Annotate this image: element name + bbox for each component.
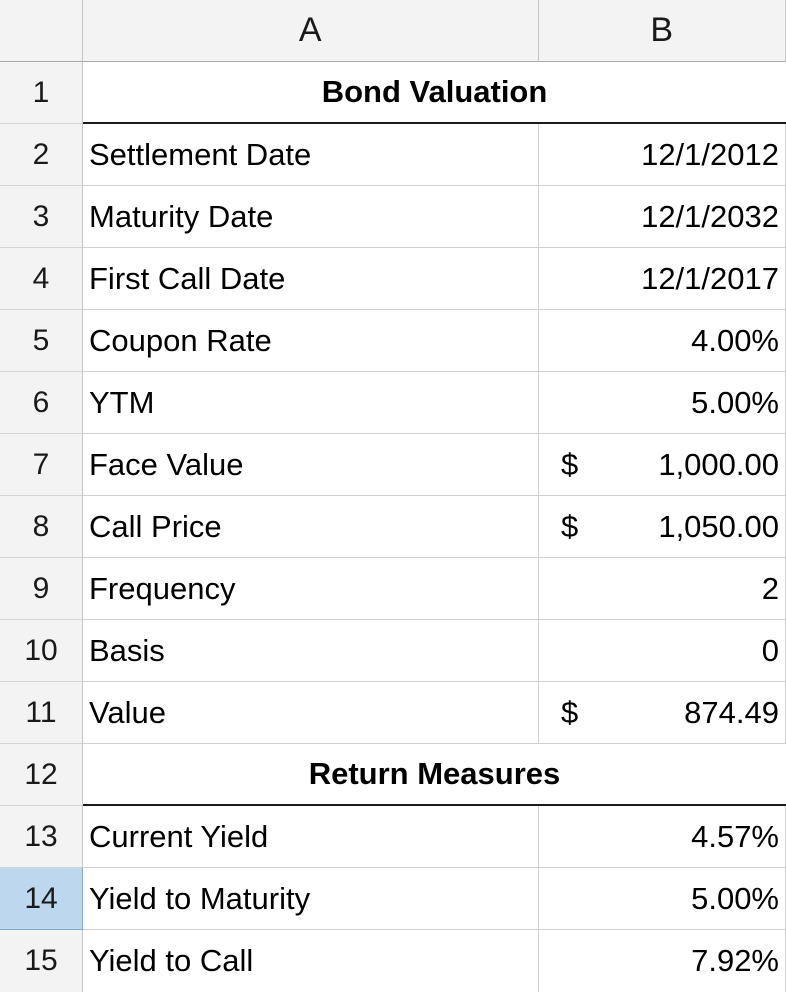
row-header-6[interactable]: 6 xyxy=(0,372,83,434)
cell-a9[interactable]: Frequency xyxy=(83,558,539,620)
row-header-15[interactable]: 15 xyxy=(0,930,83,992)
cell-a5[interactable]: Coupon Rate xyxy=(83,310,539,372)
sheet-rows: 1 Bond Valuation 2 Settlement Date 12/1/2012… xyxy=(0,62,786,992)
sheet-row: 13 Current Yield 4.57% xyxy=(0,806,786,868)
sheet-row: 6 YTM 5.00% xyxy=(0,372,786,434)
cell-b9[interactable]: 2 xyxy=(539,558,786,620)
cell-b2[interactable]: 12/1/2012 xyxy=(539,124,786,186)
row-header-2[interactable]: 2 xyxy=(0,124,83,186)
row-header-14[interactable]: 14 xyxy=(0,868,83,930)
cell-a4[interactable]: First Call Date xyxy=(83,248,539,310)
sheet-row: 10 Basis 0 xyxy=(0,620,786,682)
cell-b11[interactable]: $874.49 xyxy=(539,682,786,744)
cell-a11[interactable]: Value xyxy=(83,682,539,744)
spreadsheet-grid: A B 1 Bond Valuation 2 Settlement Date 12/1/… xyxy=(0,0,786,1000)
section-title-cell[interactable]: Return Measures xyxy=(83,744,786,806)
row-header-13[interactable]: 13 xyxy=(0,806,83,868)
row-header-10[interactable]: 10 xyxy=(0,620,83,682)
cell-a7[interactable]: Face Value xyxy=(83,434,539,496)
sheet-row: 4 First Call Date 12/1/2017 xyxy=(0,248,786,310)
sheet-row: 7 Face Value $1,000.00 xyxy=(0,434,786,496)
cell-b4[interactable]: 12/1/2017 xyxy=(539,248,786,310)
row-header-12[interactable]: 12 xyxy=(0,744,83,806)
currency-amount: 874.49 xyxy=(684,694,779,730)
cell-b10[interactable]: 0 xyxy=(539,620,786,682)
sheet-row: 12 Return Measures xyxy=(0,744,786,806)
row-header-11[interactable]: 11 xyxy=(0,682,83,744)
cell-a14[interactable]: Yield to Maturity xyxy=(83,868,539,930)
sheet-row: 1 Bond Valuation xyxy=(0,62,786,124)
row-header-7[interactable]: 7 xyxy=(0,434,83,496)
cell-b13[interactable]: 4.57% xyxy=(539,806,786,868)
cell-b3[interactable]: 12/1/2032 xyxy=(539,186,786,248)
row-header-8[interactable]: 8 xyxy=(0,496,83,558)
cell-a10[interactable]: Basis xyxy=(83,620,539,682)
row-header-5[interactable]: 5 xyxy=(0,310,83,372)
currency-symbol: $ xyxy=(561,508,579,544)
cell-a6[interactable]: YTM xyxy=(83,372,539,434)
sheet-row: 5 Coupon Rate 4.00% xyxy=(0,310,786,372)
column-header-b[interactable]: B xyxy=(539,0,786,62)
currency-symbol: $ xyxy=(561,694,579,730)
select-all-corner[interactable] xyxy=(0,0,83,62)
cell-b6[interactable]: 5.00% xyxy=(539,372,786,434)
sheet-row: 8 Call Price $1,050.00 xyxy=(0,496,786,558)
section-title-cell[interactable]: Bond Valuation xyxy=(83,62,786,124)
cell-a3[interactable]: Maturity Date xyxy=(83,186,539,248)
column-header-row: A B xyxy=(0,0,786,62)
cell-a2[interactable]: Settlement Date xyxy=(83,124,539,186)
row-header-1[interactable]: 1 xyxy=(0,62,83,124)
row-header-4[interactable]: 4 xyxy=(0,248,83,310)
column-header-a[interactable]: A xyxy=(83,0,539,62)
sheet-row: 9 Frequency 2 xyxy=(0,558,786,620)
currency-amount: 1,050.00 xyxy=(658,508,779,544)
sheet-row: 11 Value $874.49 xyxy=(0,682,786,744)
sheet-row: 15 Yield to Call 7.92% xyxy=(0,930,786,992)
cell-b14[interactable]: 5.00% xyxy=(539,868,786,930)
currency-symbol: $ xyxy=(561,446,579,482)
sheet-row: 2 Settlement Date 12/1/2012 xyxy=(0,124,786,186)
sheet-row: 14 Yield to Maturity 5.00% xyxy=(0,868,786,930)
cell-a15[interactable]: Yield to Call xyxy=(83,930,539,992)
row-header-3[interactable]: 3 xyxy=(0,186,83,248)
currency-amount: 1,000.00 xyxy=(658,446,779,482)
row-header-9[interactable]: 9 xyxy=(0,558,83,620)
cell-a13[interactable]: Current Yield xyxy=(83,806,539,868)
cell-b5[interactable]: 4.00% xyxy=(539,310,786,372)
cell-a8[interactable]: Call Price xyxy=(83,496,539,558)
cell-b7[interactable]: $1,000.00 xyxy=(539,434,786,496)
cell-b15[interactable]: 7.92% xyxy=(539,930,786,992)
cell-b8[interactable]: $1,050.00 xyxy=(539,496,786,558)
sheet-row: 3 Maturity Date 12/1/2032 xyxy=(0,186,786,248)
